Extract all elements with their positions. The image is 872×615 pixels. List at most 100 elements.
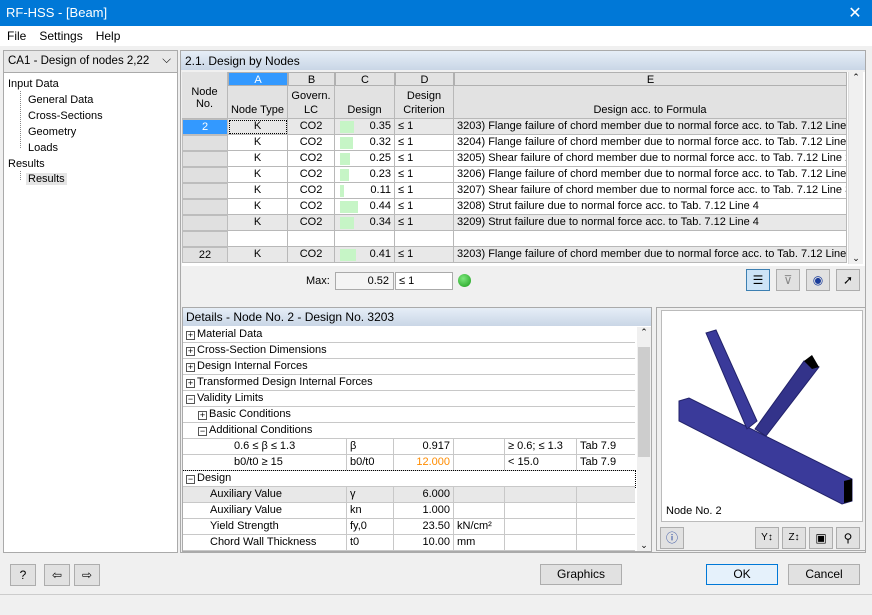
cell-formula[interactable]: 3208) Strut failure due to normal force …	[454, 199, 847, 215]
cell-design[interactable]: 0.41	[335, 247, 395, 263]
detail-row[interactable]: − Validity Limits	[183, 391, 635, 407]
tree-general-data[interactable]: General Data	[28, 94, 93, 106]
cell-govern-lc[interactable]: CO2	[288, 167, 335, 183]
detail-row[interactable]: + Material Data	[183, 327, 635, 343]
cell-govern-lc[interactable]: CO2	[288, 215, 335, 231]
detail-row[interactable]: − Additional Conditions	[183, 423, 635, 439]
cell-govern-lc[interactable]: CO2	[288, 199, 335, 215]
tree-results[interactable]: Results	[26, 173, 67, 185]
tree-geometry[interactable]: Geometry	[28, 126, 76, 138]
detail-row[interactable]: Chord Wall Thickness t0 10.00 mm	[183, 535, 635, 551]
scroll-up-icon[interactable]: ⌃	[849, 72, 863, 83]
cell-govern-lc[interactable]: CO2	[288, 151, 335, 167]
ok-button[interactable]: OK	[706, 564, 778, 585]
cell-criterion[interactable]: ≤ 1	[395, 151, 454, 167]
row-header[interactable]	[182, 231, 228, 247]
column-letter-b[interactable]: B	[288, 72, 335, 86]
cell-formula[interactable]: 3205) Shear failure of chord member due …	[454, 151, 847, 167]
row-header[interactable]	[182, 151, 228, 167]
detail-row[interactable]: + Design Internal Forces	[183, 359, 635, 375]
tree-cross-sections[interactable]: Cross-Sections	[28, 110, 103, 122]
menu-file[interactable]: File	[0, 26, 32, 43]
cell-design[interactable]: 0.32	[335, 135, 395, 151]
cell-node-type[interactable]: K	[228, 183, 288, 199]
select-pointer-icon[interactable]: ➚	[836, 269, 860, 291]
cell-formula[interactable]: 3206) Flange failure of chord member due…	[454, 167, 847, 183]
expand-icon[interactable]: +	[186, 331, 195, 340]
cell-criterion[interactable]: ≤ 1	[395, 119, 454, 135]
expand-icon[interactable]: +	[198, 411, 207, 420]
detail-row[interactable]: Auxiliary Value kn 1.000	[183, 503, 635, 519]
cell-node-type[interactable]: K	[228, 199, 288, 215]
row-header[interactable]	[182, 183, 228, 199]
cell-criterion[interactable]: ≤ 1	[395, 199, 454, 215]
cell-design[interactable]: 0.23	[335, 167, 395, 183]
row-header[interactable]: 2	[182, 119, 228, 135]
expand-icon[interactable]: +	[186, 363, 195, 372]
scroll-thumb[interactable]	[638, 347, 650, 457]
collapse-icon[interactable]: −	[198, 427, 207, 436]
column-letter-a[interactable]: A	[228, 72, 288, 86]
view-icon[interactable]: ◉	[806, 269, 830, 291]
row-header[interactable]	[182, 199, 228, 215]
filter-icon[interactable]: ⊽	[776, 269, 800, 291]
cell-formula[interactable]	[454, 231, 847, 247]
detail-row[interactable]: 0.6 ≤ β ≤ 1.3 β 0.917 ≥ 0.6; ≤ 1.3 Tab 7.9	[183, 439, 635, 455]
cell-formula[interactable]: 3203) Flange failure of chord member due…	[454, 247, 847, 263]
column-letter-c[interactable]: C	[335, 72, 395, 86]
column-letter-e[interactable]: E	[454, 72, 847, 86]
cell-node-type[interactable]: K	[228, 119, 288, 135]
case-select[interactable]: CA1 - Design of nodes 2,22 ⌵	[4, 51, 177, 73]
cell-node-type[interactable]: K	[228, 151, 288, 167]
cell-govern-lc[interactable]	[288, 231, 335, 247]
scroll-down-icon[interactable]: ⌄	[849, 253, 863, 264]
info-icon[interactable]: ⓘ	[660, 527, 684, 549]
detail-row[interactable]: b0/t0 ≥ 15 b0/t0 12.000 < 15.0 Tab 7.9	[183, 455, 635, 471]
row-header[interactable]	[182, 215, 228, 231]
cell-formula[interactable]: 3207) Shear failure of chord member due …	[454, 183, 847, 199]
detail-row[interactable]: + Transformed Design Internal Forces	[183, 375, 635, 391]
cell-node-type[interactable]: K	[228, 215, 288, 231]
cell-node-type[interactable]: K	[228, 135, 288, 151]
node-graphic[interactable]: Node No. 2	[661, 310, 863, 522]
cell-design[interactable]: 0.25	[335, 151, 395, 167]
cell-govern-lc[interactable]: CO2	[288, 247, 335, 263]
cell-criterion[interactable]: ≤ 1	[395, 215, 454, 231]
help-icon[interactable]: ?	[10, 564, 36, 586]
cell-design[interactable]: 0.44	[335, 199, 395, 215]
column-letter-d[interactable]: D	[395, 72, 454, 86]
previous-icon[interactable]: ⇦	[44, 564, 70, 586]
zoom-reset-icon[interactable]: ⚲	[836, 527, 860, 549]
cell-criterion[interactable]: ≤ 1	[395, 247, 454, 263]
cell-criterion[interactable]	[395, 231, 454, 247]
isometric-view-icon[interactable]: ▣	[809, 527, 833, 549]
row-header[interactable]	[182, 135, 228, 151]
cell-design[interactable]: 0.11	[335, 183, 395, 199]
menu-help[interactable]: Help	[89, 26, 127, 43]
bar-chart-icon[interactable]: ☰	[746, 269, 770, 291]
collapse-icon[interactable]: −	[186, 395, 195, 404]
cell-node-type[interactable]: K	[228, 167, 288, 183]
cell-criterion[interactable]: ≤ 1	[395, 183, 454, 199]
detail-row[interactable]: + Cross-Section Dimensions	[183, 343, 635, 359]
expand-icon[interactable]: +	[186, 347, 195, 356]
cell-design[interactable]: 0.35	[335, 119, 395, 135]
detail-row[interactable]: + Basic Conditions	[183, 407, 635, 423]
scroll-down-icon[interactable]: ⌄	[637, 540, 651, 551]
cell-criterion[interactable]: ≤ 1	[395, 167, 454, 183]
cell-formula[interactable]: 3204) Flange failure of chord member due…	[454, 135, 847, 151]
cell-design[interactable]	[335, 231, 395, 247]
tree-results-group[interactable]: Results	[8, 158, 45, 170]
graphics-button[interactable]: Graphics	[540, 564, 622, 585]
cell-node-type[interactable]: K	[228, 247, 288, 263]
row-header[interactable]	[182, 167, 228, 183]
expand-icon[interactable]: +	[186, 379, 195, 388]
table-scrollbar[interactable]: ⌃ ⌄	[848, 72, 863, 264]
menu-settings[interactable]: Settings	[32, 26, 88, 43]
cell-govern-lc[interactable]: CO2	[288, 135, 335, 151]
cell-govern-lc[interactable]: CO2	[288, 183, 335, 199]
cell-formula[interactable]: 3203) Flange failure of chord member due…	[454, 119, 847, 135]
view-y-icon[interactable]: Y↕	[755, 527, 779, 549]
cell-criterion[interactable]: ≤ 1	[395, 135, 454, 151]
detail-row[interactable]: − Design	[183, 470, 636, 488]
